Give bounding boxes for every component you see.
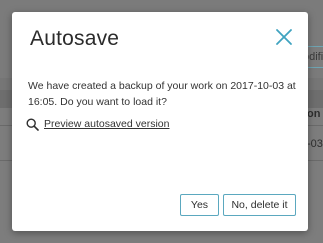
dialog-message: We have created a backup of your work on… — [28, 80, 296, 108]
search-icon — [26, 117, 39, 131]
autosave-dialog: Autosave We have created a backup of you… — [12, 12, 308, 231]
dialog-title: Autosave — [30, 27, 120, 50]
preview-autosaved-link[interactable]: Preview autosaved version — [44, 118, 169, 130]
background-table-cell: -03 — [307, 138, 323, 150]
delete-button[interactable]: No, delete it — [223, 194, 296, 216]
yes-button[interactable]: Yes — [180, 194, 219, 216]
preview-row: Preview autosaved version — [26, 116, 169, 132]
background-column-header: on — [307, 108, 321, 120]
close-icon[interactable] — [275, 28, 293, 46]
app-page: odifi on -03 Autosave We have created a … — [0, 0, 323, 243]
